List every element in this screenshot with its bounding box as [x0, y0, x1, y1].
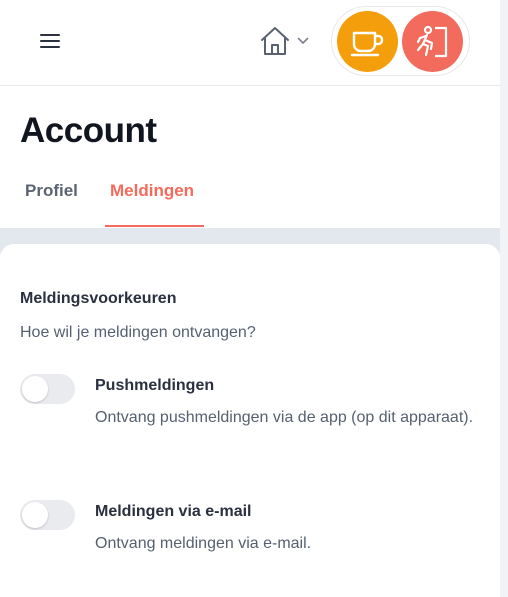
email-notifications-toggle[interactable]	[20, 500, 75, 530]
section-subtitle: Hoe wil je meldingen ontvangen?	[20, 324, 256, 341]
chevron-down-icon	[297, 37, 309, 44]
email-option-description: Ontvang meldingen via e-mail.	[95, 535, 312, 552]
tab-profiel[interactable]: Profiel	[25, 181, 78, 201]
home-switcher-button[interactable]	[258, 25, 310, 57]
push-option-title: Pushmeldingen	[95, 377, 215, 394]
notification-preferences-card: Meldingsvoorkeuren Hoe wil je meldingen …	[0, 244, 500, 597]
top-bar	[0, 0, 500, 86]
toggle-knob	[22, 376, 48, 402]
tab-meldingen[interactable]: Meldingen	[110, 181, 194, 201]
page-title: Account	[20, 111, 157, 150]
push-option-description: Ontvang pushmeldingen via de app (op dit…	[95, 409, 474, 426]
walk-out-door-icon	[416, 25, 448, 58]
quick-actions	[331, 6, 470, 76]
scrollbar-track[interactable]	[500, 0, 508, 597]
account-tabs: Profiel Meldingen	[0, 160, 500, 228]
email-option-title: Meldingen via e-mail	[95, 503, 252, 520]
toggle-knob	[22, 502, 48, 528]
clock-out-button[interactable]	[402, 11, 463, 72]
account-page: Account Profiel Meldingen Meldingsvoorke…	[0, 0, 508, 597]
push-notifications-toggle[interactable]	[20, 374, 75, 404]
coffee-cup-icon	[350, 31, 384, 57]
active-tab-indicator	[105, 225, 204, 227]
home-icon	[261, 27, 289, 55]
section-title: Meldingsvoorkeuren	[20, 290, 177, 307]
hamburger-menu-icon[interactable]	[40, 34, 60, 48]
coffee-break-button[interactable]	[337, 11, 398, 72]
